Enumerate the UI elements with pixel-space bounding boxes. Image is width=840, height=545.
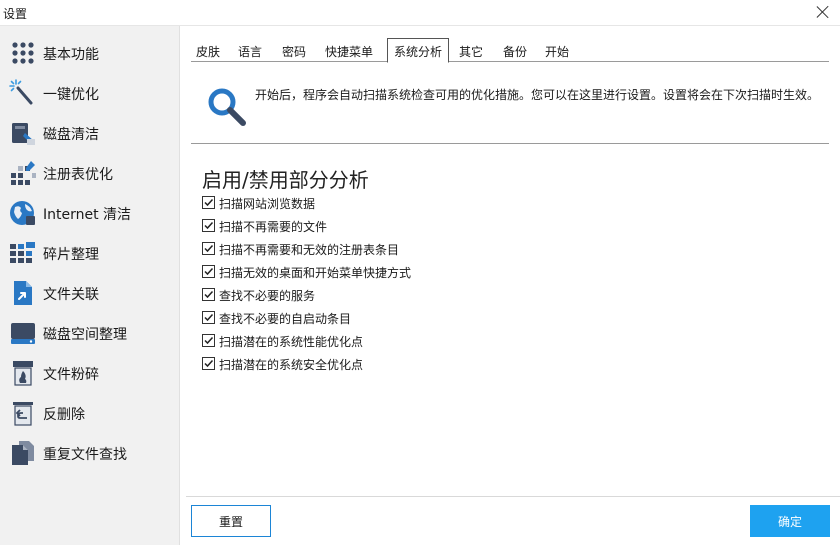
grid-dots-icon [12,42,34,64]
section-title: 启用/禁用部分分析 [202,168,369,192]
tab-bar: 皮肤 语言 密码 快捷菜单 系统分析 其它 备份 开始 [191,38,829,63]
sidebar-item-one-click-optimize[interactable]: 一键优化 [0,75,180,111]
tab-system-analysis[interactable]: 系统分析 [387,38,449,63]
file-shredder-icon [13,361,33,386]
sidebar-item-label: 文件粉碎 [43,367,99,383]
tab-shortcut-menu[interactable]: 快捷菜单 [322,38,376,62]
sidebar-item-label: 重复文件查找 [43,447,127,463]
option-label: 查找不必要的自启动条目 [219,312,352,326]
checkbox[interactable] [202,219,215,232]
option-label: 扫描无效的桌面和开始菜单快捷方式 [219,266,412,280]
option-label: 扫描不再需要的文件 [219,220,328,234]
checkbox[interactable] [202,196,215,209]
undelete-icon [13,402,33,426]
tab-backup[interactable]: 备份 [498,38,532,62]
defrag-icon [10,242,35,263]
sidebar: 基本功能 一键优化 磁盘清洁 注册表优化 Internet 清洁 碎片整理 文件… [0,26,180,545]
option-label: 扫描潜在的系统性能优化点 [219,335,364,349]
sidebar-item-duplicate-finder[interactable]: 重复文件查找 [0,435,180,471]
title-bar: 设置 [0,0,840,26]
sidebar-item-label: Internet 清洁 [43,207,132,223]
disk-space-icon [11,323,35,344]
sidebar-item-defrag[interactable]: 碎片整理 [0,235,180,271]
sidebar-item-label: 基本功能 [43,47,99,63]
disk-clean-icon [12,123,35,145]
tab-skin[interactable]: 皮肤 [191,38,225,62]
sidebar-item-label: 磁盘空间整理 [43,327,127,343]
intro-text: 开始后，程序会自动扫描系统检查可用的优化措施。您可以在这里进行设置。设置将会在下… [255,88,820,102]
sidebar-item-file-association[interactable]: 文件关联 [0,275,180,311]
tab-language[interactable]: 语言 [233,38,267,62]
sidebar-item-file-shredder[interactable]: 文件粉碎 [0,355,180,391]
window-title: 设置 [3,7,28,21]
sidebar-item-label: 反删除 [43,407,85,423]
ok-button[interactable]: 确定 [750,505,830,537]
sidebar-item-label: 碎片整理 [43,247,99,263]
sidebar-item-disk-space[interactable]: 磁盘空间整理 [0,315,180,351]
sidebar-item-label: 磁盘清洁 [43,127,99,143]
globe-icon [10,201,35,225]
sidebar-item-label: 注册表优化 [43,167,113,183]
intro-panel: 开始后，程序会自动扫描系统检查可用的优化措施。您可以在这里进行设置。设置将会在下… [191,70,829,144]
sidebar-item-undelete[interactable]: 反删除 [0,395,180,431]
magic-wand-icon [9,79,33,105]
sidebar-item-basic-functions[interactable]: 基本功能 [0,35,180,71]
checkbox[interactable] [202,288,215,301]
tab-start[interactable]: 开始 [540,38,574,62]
option-label: 扫描潜在的系统安全优化点 [219,358,364,372]
checkbox[interactable] [202,265,215,278]
footer-divider [186,496,840,497]
sidebar-item-registry[interactable]: 注册表优化 [0,155,180,191]
file-association-icon [14,281,32,305]
checkbox[interactable] [202,357,215,370]
sidebar-item-label: 一键优化 [43,87,99,103]
magnifier-icon [208,88,246,126]
option-label: 扫描不再需要和无效的注册表条目 [219,243,400,257]
sidebar-item-label: 文件关联 [43,287,99,303]
option-label: 扫描网站浏览数据 [219,197,316,211]
close-icon[interactable] [814,3,832,21]
checkbox[interactable] [202,334,215,347]
sidebar-item-internet-clean[interactable]: Internet 清洁 [0,195,180,231]
sidebar-item-disk-clean[interactable]: 磁盘清洁 [0,115,180,151]
option-label: 查找不必要的服务 [219,289,316,303]
duplicate-file-icon [12,441,34,465]
tab-password[interactable]: 密码 [277,38,311,62]
registry-icon [11,161,36,185]
tab-other[interactable]: 其它 [454,38,488,62]
checkbox[interactable] [202,311,215,324]
reset-button[interactable]: 重置 [191,505,271,537]
checkbox[interactable] [202,242,215,255]
